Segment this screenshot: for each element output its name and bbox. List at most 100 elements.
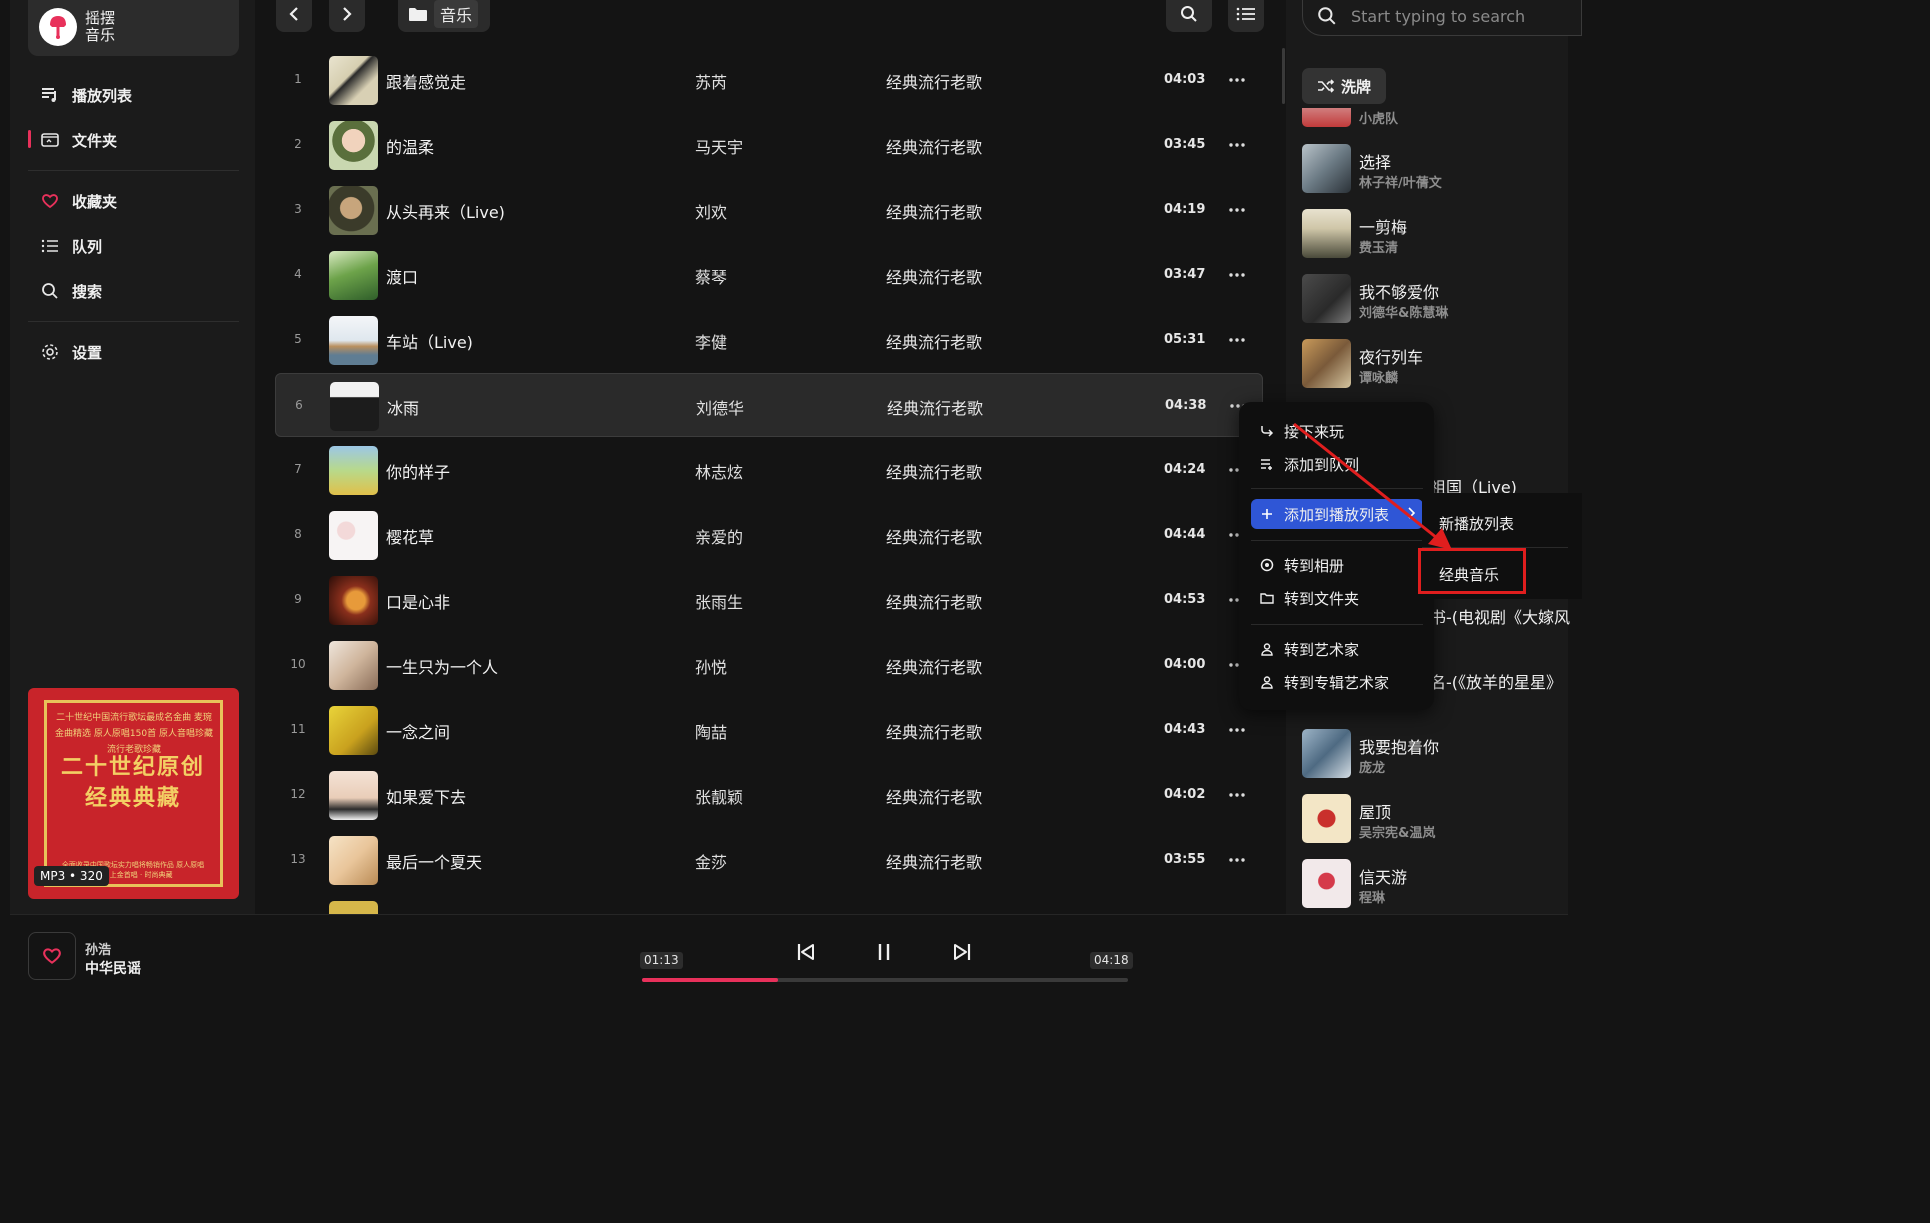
song-row[interactable]: 5 车站（Live) 李健 经典流行老歌 05:31: [275, 308, 1263, 372]
menu-item-add-to-queue[interactable]: 添加到队列: [1251, 449, 1423, 479]
song-album[interactable]: 经典流行老歌: [886, 134, 982, 158]
queue-item[interactable]: 信天游 程琳: [1302, 859, 1568, 909]
song-album[interactable]: 经典流行老歌: [886, 719, 982, 743]
song-row[interactable]: 3 从头再来（Live) 刘欢 经典流行老歌 04:19: [275, 178, 1263, 242]
song-artist[interactable]: 蔡琴: [695, 264, 727, 288]
submenu-new-playlist[interactable]: 新播放列表: [1439, 513, 1514, 534]
song-row[interactable]: 4 渡口 蔡琴 经典流行老歌 03:47: [275, 243, 1263, 307]
menu-item-label: 接下来玩: [1284, 422, 1345, 441]
song-artist[interactable]: 金莎: [695, 849, 727, 873]
song-album[interactable]: 经典流行老歌: [887, 395, 983, 419]
pause-button[interactable]: [870, 938, 898, 966]
song-row[interactable]: 9 口是心非 张雨生 经典流行老歌 04:53: [275, 568, 1263, 632]
song-row[interactable]: [275, 893, 1263, 914]
song-title: 樱花草: [386, 528, 435, 547]
menu-item-go-to-artist[interactable]: 转到艺术家: [1251, 634, 1423, 664]
back-button[interactable]: [276, 0, 312, 32]
song-row[interactable]: 1 跟着感觉走 苏芮 经典流行老歌 04:03: [275, 48, 1263, 112]
sidebar-item-playlists[interactable]: 播放列表: [40, 82, 132, 108]
sidebar-item-settings[interactable]: 设置: [40, 339, 102, 365]
sidebar-item-folders[interactable]: 文件夹: [40, 127, 117, 153]
song-duration: 04:19: [1164, 202, 1206, 217]
queue-item[interactable]: 我要抱着你 庞龙: [1302, 729, 1568, 779]
panel-resize-handle[interactable]: [1282, 48, 1285, 104]
song-album[interactable]: 经典流行老歌: [886, 264, 982, 288]
song-artist[interactable]: 张雨生: [695, 589, 743, 613]
sidebar-item-favorites[interactable]: 收藏夹: [40, 188, 117, 214]
menu-item-go-to-album[interactable]: 转到相册: [1251, 550, 1423, 580]
now-playing-album[interactable]: 中华民谣: [85, 958, 141, 978]
forward-button[interactable]: [329, 0, 365, 32]
queue-artist: 谭咏麟: [1359, 371, 1399, 386]
song-row[interactable]: 12 如果爱下去 张靓颖 经典流行老歌 04:02: [275, 763, 1263, 827]
search-button[interactable]: [1166, 0, 1212, 32]
sidebar-item-search[interactable]: 搜索: [40, 278, 102, 304]
search-input[interactable]: Start typing to search: [1302, 0, 1582, 36]
song-album[interactable]: 经典流行老歌: [886, 589, 982, 613]
song-row[interactable]: 2 的温柔 马天宇 经典流行老歌 03:45: [275, 113, 1263, 177]
queue-item[interactable]: 小虎队: [1302, 108, 1568, 128]
app-brand[interactable]: 摇摆音乐: [28, 0, 239, 56]
song-album[interactable]: 经典流行老歌: [886, 524, 982, 548]
next-button[interactable]: [948, 938, 976, 966]
song-artist[interactable]: 张靓颖: [695, 784, 743, 808]
more-options-icon[interactable]: [1227, 785, 1247, 805]
like-button[interactable]: [28, 932, 76, 980]
song-artist[interactable]: 刘德华: [696, 395, 744, 419]
song-album[interactable]: 经典流行老歌: [886, 329, 982, 353]
menu-item-go-to-album-artist[interactable]: 转到专辑艺术家: [1251, 667, 1423, 697]
queue-title-partial[interactable]: 书-(电视剧《大嫁风: [1430, 604, 1570, 628]
song-row[interactable]: 10 一生只为一个人 孙悦 经典流行老歌 04:00: [275, 633, 1263, 697]
song-album[interactable]: 经典流行老歌: [886, 69, 982, 93]
chevron-right-icon: [1407, 507, 1415, 519]
progress-slider[interactable]: [642, 978, 1128, 982]
shuffle-button[interactable]: 洗牌: [1302, 68, 1386, 104]
song-artist[interactable]: 刘欢: [695, 199, 727, 223]
song-artist[interactable]: 亲爱的: [695, 524, 743, 548]
folder-icon: [1259, 590, 1275, 606]
breadcrumb-folder[interactable]: 音乐: [434, 0, 479, 28]
song-row-selected[interactable]: 6 冰雨 刘德华 经典流行老歌 04:38: [275, 373, 1263, 437]
queue-title-partial[interactable]: 名-(《放羊的星星》: [1430, 669, 1562, 693]
breadcrumb[interactable]: 音乐: [398, 0, 490, 32]
queue-item[interactable]: 选择 林子祥/叶蒨文: [1302, 144, 1568, 194]
more-options-icon[interactable]: [1227, 200, 1247, 220]
song-album[interactable]: 经典流行老歌: [886, 654, 982, 678]
more-options-icon[interactable]: [1227, 850, 1247, 870]
song-album[interactable]: 经典流行老歌: [886, 849, 982, 873]
song-artist[interactable]: 苏芮: [695, 69, 727, 93]
song-album[interactable]: 经典流行老歌: [886, 199, 982, 223]
menu-item-go-to-folder[interactable]: 转到文件夹: [1251, 583, 1423, 613]
song-row[interactable]: 11 一念之间 陶喆 经典流行老歌 04:43: [275, 698, 1263, 762]
quality-badge: MP3 • 320: [34, 866, 109, 886]
menu-item-label: 转到相册: [1284, 556, 1345, 575]
sidebar-item-queue[interactable]: 队列: [40, 233, 102, 259]
queue-thumbnail: [1302, 859, 1351, 908]
more-options-icon[interactable]: [1227, 720, 1247, 740]
song-row[interactable]: 7 你的样子 林志炫 经典流行老歌 04:24: [275, 438, 1263, 502]
song-title: 跟着感觉走: [386, 73, 467, 92]
song-artist[interactable]: 孙悦: [695, 654, 727, 678]
previous-button[interactable]: [792, 938, 820, 966]
song-album[interactable]: 经典流行老歌: [886, 459, 982, 483]
more-options-icon[interactable]: [1227, 265, 1247, 285]
queue-item[interactable]: 一剪梅 费玉清: [1302, 209, 1568, 259]
queue-item[interactable]: 屋顶 吴宗宪&温岚: [1302, 794, 1568, 844]
song-artist[interactable]: 林志炫: [695, 459, 743, 483]
more-options-icon[interactable]: [1227, 330, 1247, 350]
more-options-icon[interactable]: [1227, 135, 1247, 155]
queue-item[interactable]: 夜行列车 谭咏麟: [1302, 339, 1568, 389]
song-artist[interactable]: 陶喆: [695, 719, 727, 743]
more-options-icon[interactable]: [1227, 70, 1247, 90]
now-playing-artist[interactable]: 孙浩: [85, 939, 111, 958]
list-view-button[interactable]: [1228, 0, 1264, 32]
song-row[interactable]: 13 最后一个夏天 金莎 经典流行老歌 03:55: [275, 828, 1263, 892]
song-row[interactable]: 8 樱花草 亲爱的 经典流行老歌 04:44: [275, 503, 1263, 567]
menu-item-play-next[interactable]: 接下来玩: [1251, 416, 1423, 446]
queue-item[interactable]: 我不够爱你 刘德华&陈慧琳: [1302, 274, 1568, 324]
song-album[interactable]: 经典流行老歌: [886, 784, 982, 808]
song-artist[interactable]: 马天宇: [695, 134, 743, 158]
song-artist[interactable]: 李健: [695, 329, 727, 353]
album-thumbnail: [329, 186, 378, 235]
menu-item-add-to-playlist[interactable]: 添加到播放列表: [1251, 499, 1423, 529]
